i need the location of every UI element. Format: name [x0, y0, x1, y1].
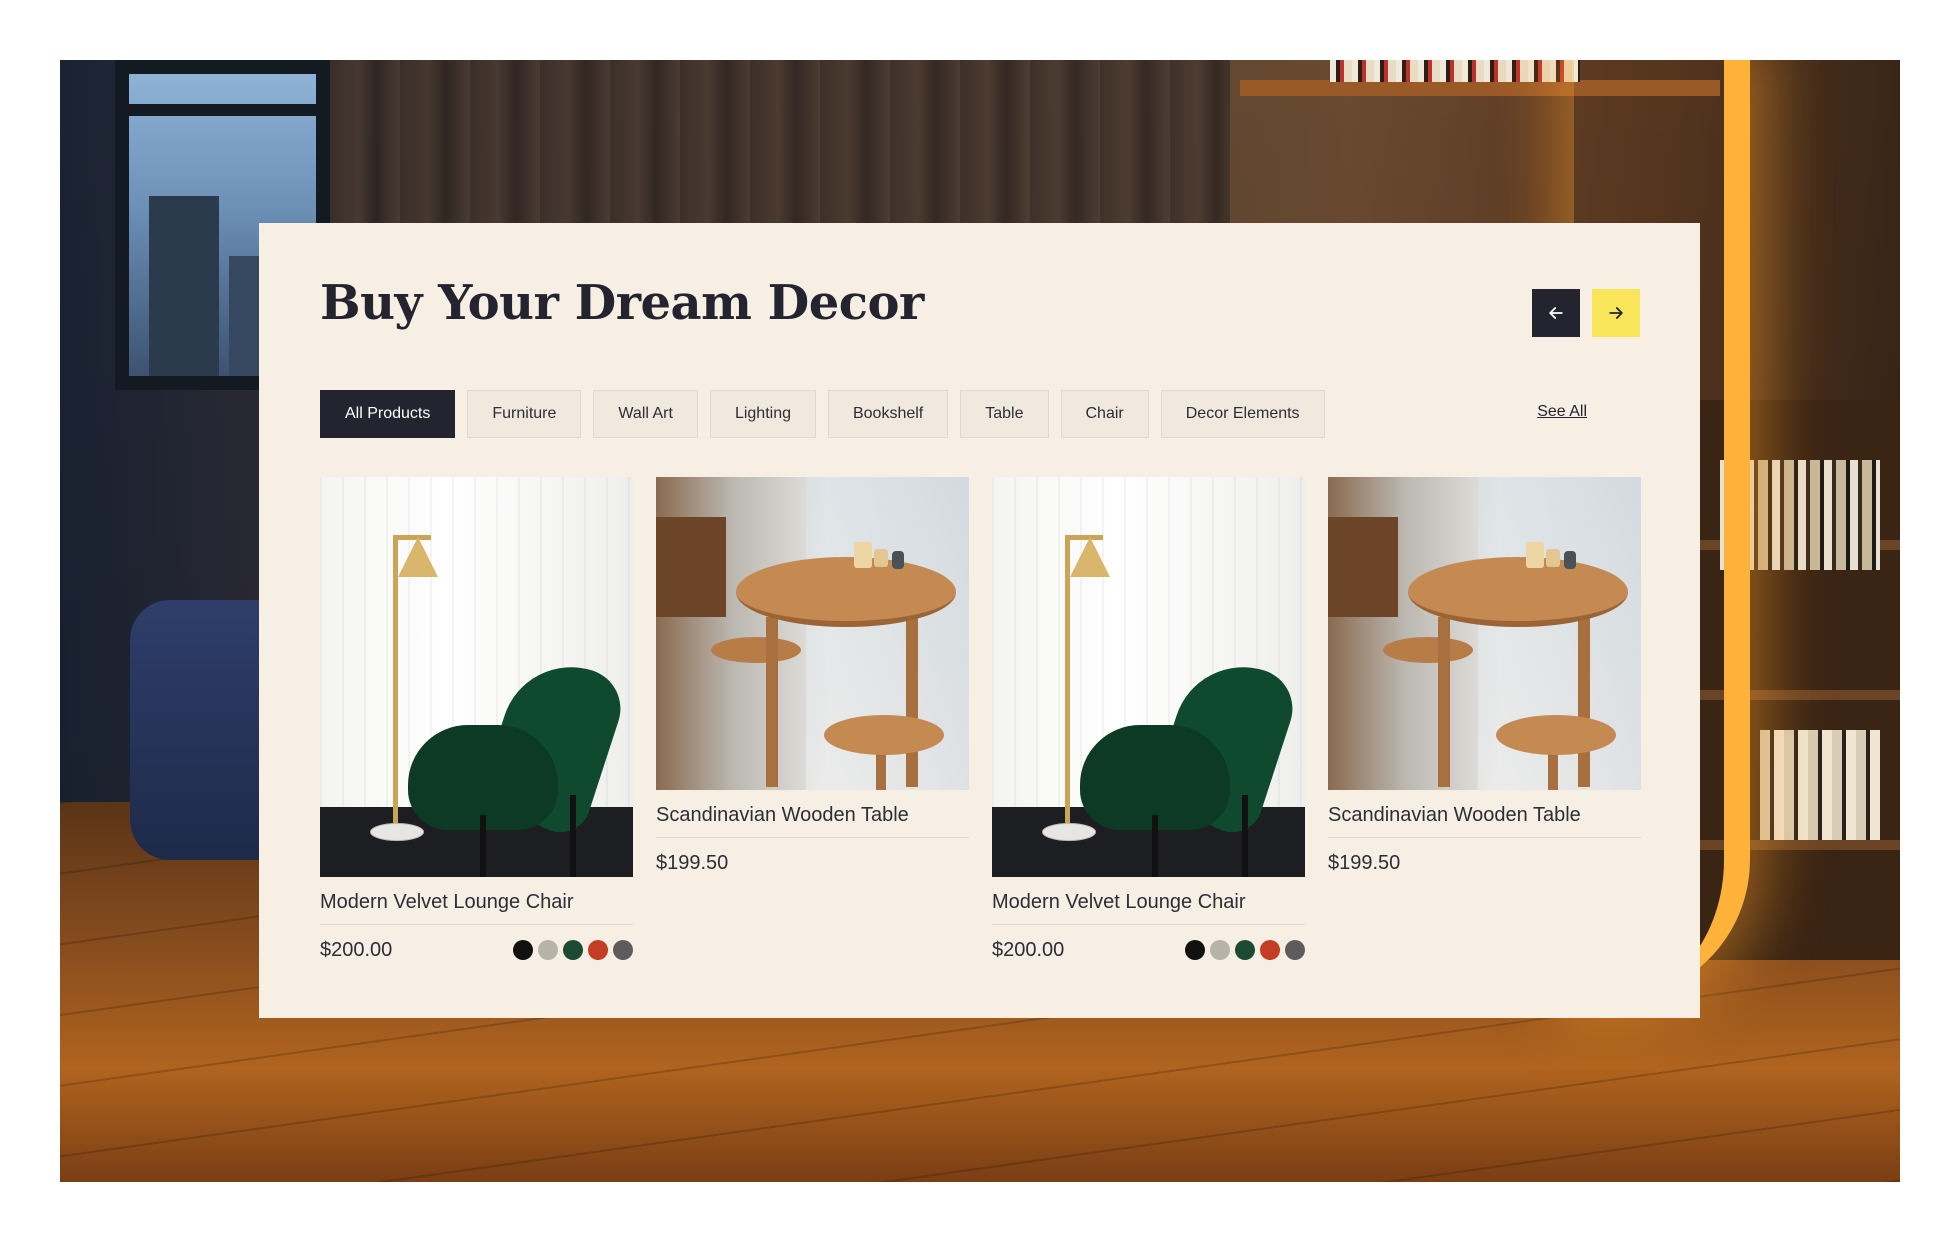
background-top-books: [1330, 60, 1580, 82]
product-image[interactable]: [656, 477, 969, 790]
color-swatch[interactable]: [513, 940, 533, 960]
color-swatch[interactable]: [1285, 940, 1305, 960]
color-swatch[interactable]: [1260, 940, 1280, 960]
color-swatch[interactable]: [1185, 940, 1205, 960]
product-price: $199.50: [1328, 852, 1401, 874]
color-swatch[interactable]: [538, 940, 558, 960]
filter-chip-decor-elements[interactable]: Decor Elements: [1160, 390, 1325, 438]
filter-chip-lighting[interactable]: Lighting: [709, 390, 816, 438]
color-swatch[interactable]: [1210, 940, 1230, 960]
product-showcase-card: Buy Your Dream Decor All Products Furnit…: [259, 223, 1700, 1018]
product-name[interactable]: Modern Velvet Lounge Chair: [320, 891, 633, 925]
color-swatches: [513, 940, 633, 960]
product-name[interactable]: Scandinavian Wooden Table: [656, 804, 969, 838]
product-card[interactable]: Modern Velvet Lounge Chair $200.00: [992, 477, 1305, 962]
filter-chip-furniture[interactable]: Furniture: [467, 390, 582, 438]
color-swatch[interactable]: [588, 940, 608, 960]
color-swatch[interactable]: [613, 940, 633, 960]
filter-chip-chair[interactable]: Chair: [1060, 390, 1149, 438]
carousel-next-button[interactable]: [1592, 289, 1640, 337]
product-card[interactable]: Scandinavian Wooden Table $199.50: [1328, 477, 1641, 875]
page-title: Buy Your Dream Decor: [320, 275, 924, 331]
filter-chip-table[interactable]: Table: [960, 390, 1049, 438]
background-books-lower: [1760, 730, 1880, 840]
see-all-link[interactable]: See All: [1537, 403, 1587, 421]
arrow-right-icon: [1609, 307, 1623, 319]
color-swatches: [1185, 940, 1305, 960]
product-price: $199.50: [656, 852, 729, 874]
product-name[interactable]: Modern Velvet Lounge Chair: [992, 891, 1305, 925]
product-card[interactable]: Scandinavian Wooden Table $199.50: [656, 477, 969, 875]
filter-chip-all-products[interactable]: All Products: [320, 390, 456, 438]
product-image[interactable]: [320, 477, 633, 877]
category-filter-tabs: All Products Furniture Wall Art Lighting…: [320, 390, 1325, 438]
filter-chip-bookshelf[interactable]: Bookshelf: [827, 390, 949, 438]
arrow-left-icon: [1549, 307, 1563, 319]
product-image[interactable]: [992, 477, 1305, 877]
filter-chip-wall-art[interactable]: Wall Art: [593, 390, 698, 438]
product-image[interactable]: [1328, 477, 1641, 790]
color-swatch[interactable]: [1235, 940, 1255, 960]
product-card[interactable]: Modern Velvet Lounge Chair $200.00: [320, 477, 633, 962]
product-name[interactable]: Scandinavian Wooden Table: [1328, 804, 1641, 838]
color-swatch[interactable]: [563, 940, 583, 960]
carousel-prev-button[interactable]: [1532, 289, 1580, 337]
